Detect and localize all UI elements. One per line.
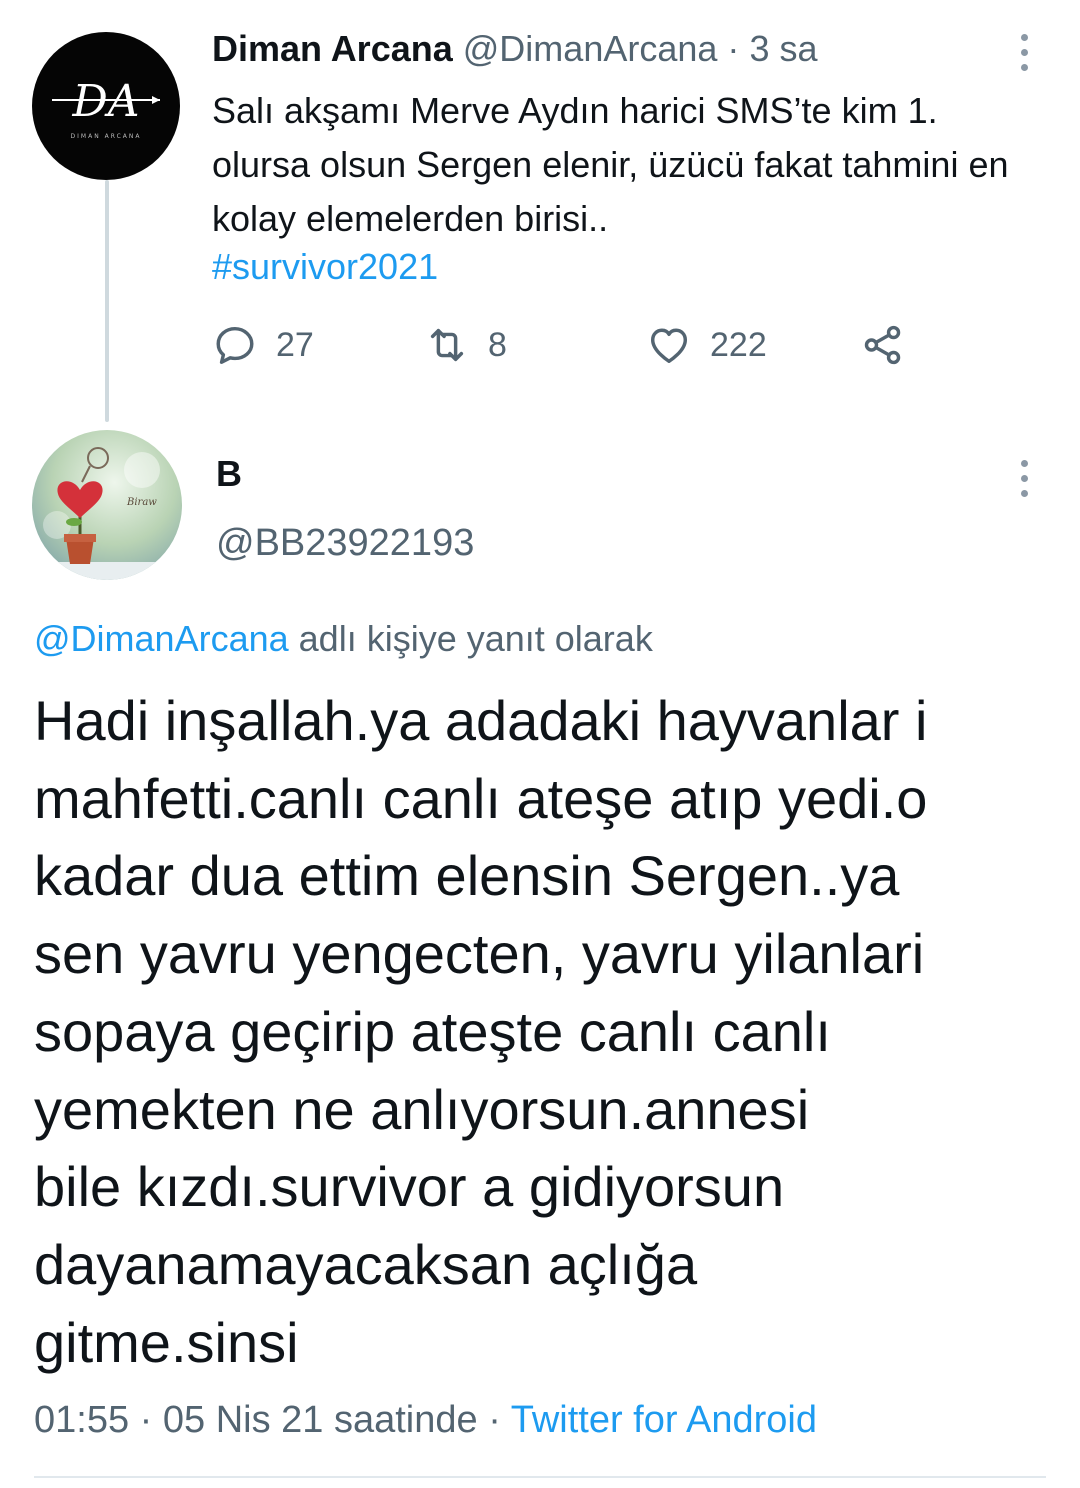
share-icon: [864, 325, 901, 365]
avatar-signature: Biraw: [126, 497, 157, 508]
retweet-icon: [430, 328, 464, 362]
tweet-timestamp[interactable]: 01:55 · 05 Nis 21 saatinde: [34, 1399, 478, 1441]
reply-button[interactable]: 27: [212, 318, 314, 372]
replying-to-label: adlı kişiye yanıt olarak: [298, 618, 653, 659]
tweet-time[interactable]: 3 sa: [749, 28, 817, 69]
thread-line: [105, 180, 109, 422]
reply-count: 27: [276, 325, 314, 364]
tweet-meta: 01:55 · 05 Nis 21 saatinde · Twitter for…: [34, 1396, 817, 1444]
divider: [34, 1476, 1046, 1478]
avatar-diman-arcana[interactable]: DA DIMAN ARCANA: [32, 32, 180, 180]
reply-icon: [216, 326, 254, 364]
da-logo-icon: DA DIMAN ARCANA: [52, 76, 160, 140]
tweet-actions: 27 8 222: [212, 318, 922, 372]
display-name[interactable]: B: [216, 452, 242, 496]
user-handle[interactable]: @BB23922193: [216, 520, 474, 566]
more-options-icon[interactable]: [1021, 460, 1029, 497]
heart-pot-avatar-icon: Biraw: [32, 430, 182, 580]
more-options-icon[interactable]: [1021, 34, 1029, 71]
tweet-source-link[interactable]: Twitter for Android: [511, 1399, 817, 1441]
share-button[interactable]: [860, 318, 906, 372]
replying-to-handle-link[interactable]: @DimanArcana: [34, 618, 289, 659]
retweet-button[interactable]: 8: [424, 318, 507, 372]
tweet-header: Diman Arcana @DimanArcana · 3 sa: [212, 28, 1000, 70]
logo-text: DA: [71, 76, 139, 127]
user-handle[interactable]: @DimanArcana: [463, 28, 718, 69]
like-count: 222: [710, 325, 767, 364]
retweet-count: 8: [488, 325, 507, 364]
tweet-text: Hadi inşallah.ya adadaki hayvanlar i mah…: [34, 689, 928, 1374]
tweet-text: Salı akşamı Merve Aydın harici SMS’te ki…: [212, 90, 1009, 239]
like-button[interactable]: 222: [646, 318, 767, 372]
logo-subtext: DIMAN ARCANA: [71, 133, 142, 140]
like-icon: [650, 328, 688, 364]
hashtag-link[interactable]: #survivor2021: [212, 240, 438, 294]
avatar-b[interactable]: Biraw: [32, 430, 182, 580]
replying-to: @DimanArcana adlı kişiye yanıt olarak: [34, 616, 653, 662]
separator: ·: [727, 28, 740, 69]
separator: ·: [488, 1399, 501, 1441]
display-name[interactable]: Diman Arcana: [212, 28, 453, 69]
